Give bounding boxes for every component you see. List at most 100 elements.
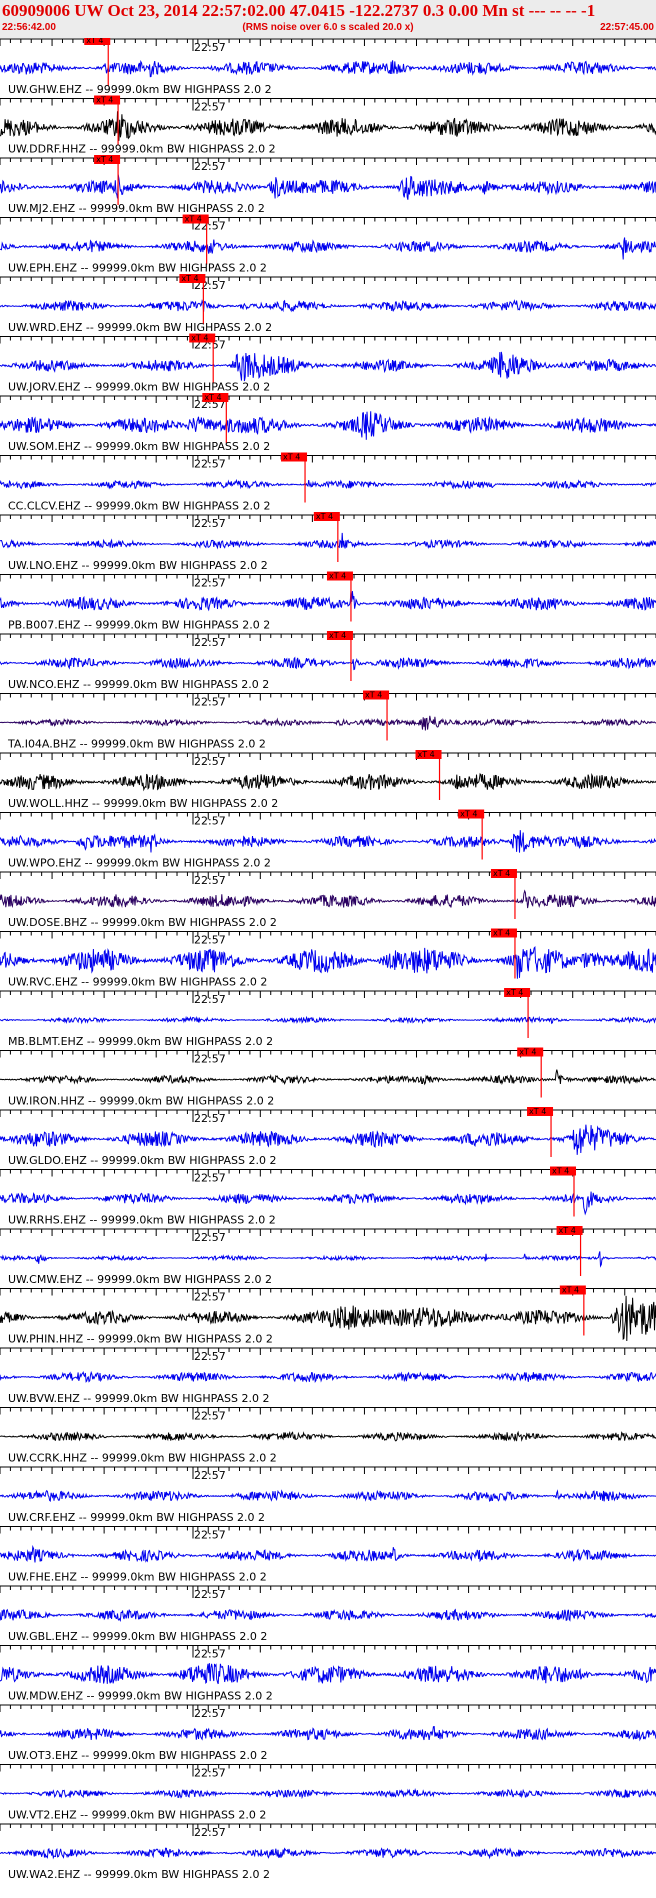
station-label: UW.GBL.EHZ -- 99999.0km BW HIGHPASS 2.0 … — [8, 1630, 267, 1643]
trace-row: 22:57 UW.WA2.EHZ -- 99999.0km BW HIGHPASS… — [0, 1823, 656, 1881]
minute-label: 22:57 — [194, 41, 226, 54]
station-label: UW.RVC.EHZ -- 99999.0km BW HIGHPASS 2.0 … — [8, 976, 267, 989]
minute-label: 22:57 — [194, 1529, 226, 1542]
pick-label: xT 4 — [529, 1107, 546, 1116]
station-label: UW.BVW.EHZ -- 99999.0km BW HIGHPASS 2.0 … — [8, 1392, 270, 1405]
waveform — [0, 237, 656, 260]
trace-row: 22:57 UW.CRF.EHZ -- 99999.0km BW HIGHPASS… — [0, 1466, 656, 1524]
waveform — [0, 889, 656, 909]
station-label: UW.MDW.EHZ -- 99999.0km BW HIGHPASS 2.0 … — [8, 1690, 273, 1703]
minute-label: 22:57 — [194, 577, 226, 590]
minute-label: 22:57 — [194, 755, 226, 768]
header-bar: 60909006 UW Oct 23, 2014 22:57:02.00 47.… — [0, 0, 656, 38]
minute-label: 22:57 — [194, 874, 226, 887]
minute-label: 22:57 — [194, 1588, 226, 1601]
station-label: UW.GLDO.EHZ -- 99999.0km BW HIGHPASS 2.0… — [8, 1154, 277, 1167]
station-label: UW.PHIN.HHZ -- 99999.0km BW HIGHPASS 2.0… — [8, 1333, 273, 1346]
pick-label: xT 4 — [96, 155, 113, 164]
pick-label: xT 4 — [86, 38, 103, 45]
pick-label: xT 4 — [493, 869, 510, 878]
pick-label: xT 4 — [204, 393, 221, 402]
waveform — [0, 945, 656, 979]
trace-row: 22:57xT 4UW.WRD.EHZ -- 99999.0km BW HIGH… — [0, 274, 656, 334]
pick-label: xT 4 — [329, 572, 346, 581]
minute-label: 22:57 — [194, 1767, 226, 1780]
waveform — [0, 830, 656, 853]
minute-label: 22:57 — [194, 1291, 226, 1304]
station-label: UW.WRD.EHZ -- 99999.0km BW HIGHPASS 2.0 … — [8, 321, 272, 334]
waveform — [0, 1726, 656, 1742]
station-label: UW.DOSE.BHZ -- 99999.0km BW HIGHPASS 2.0… — [8, 916, 277, 929]
station-label: TA.I04A.BHZ -- 99999.0km BW HIGHPASS 2.0… — [7, 738, 266, 751]
station-label: UW.WA2.EHZ -- 99999.0km BW HIGHPASS 2.0 … — [8, 1868, 270, 1881]
waveform — [0, 174, 656, 200]
minute-label: 22:57 — [194, 1648, 226, 1661]
minute-label: 22:57 — [194, 101, 226, 114]
minute-label: 22:57 — [194, 160, 226, 173]
station-label: UW.MJ2.EHZ -- 99999.0km BW HIGHPASS 2.0 … — [8, 202, 265, 215]
waveform — [0, 59, 656, 78]
minute-label: 22:57 — [194, 1469, 226, 1482]
trace-row: 22:57 xT 4 UW.RRHS.EHZ -- 99999.0km BW HIG… — [0, 1166, 656, 1227]
pick-label: xT 4 — [559, 1226, 576, 1235]
event-title: 60909006 UW Oct 23, 2014 22:57:02.00 47.… — [2, 1, 596, 20]
pick-label: xT 4 — [185, 215, 202, 224]
trace-row: 22:57 xT 4 UW.CMW.EHZ -- 99999.0km BW HIGH… — [0, 1226, 656, 1286]
trace-row: 22:57 xT 4 UW.WOLL.HHZ -- 99999.0km BW HIG… — [0, 750, 656, 810]
waveform — [0, 111, 656, 141]
trace-row: 22:57 UW.OT3.EHZ -- 99999.0km BW HIGHPASS… — [0, 1704, 656, 1762]
station-label: UW.WPO.EHZ -- 99999.0km BW HIGHPASS 2.0 … — [8, 857, 271, 870]
minute-label: 22:57 — [194, 1350, 226, 1363]
waveform — [0, 1191, 656, 1216]
waveform — [0, 1544, 656, 1563]
waveform — [0, 590, 656, 612]
pick-label: xT 4 — [506, 988, 523, 997]
station-label: CC.CLCV.EHZ -- 99999.0km BW HIGHPASS 2.0… — [8, 500, 270, 513]
station-label: UW.EPH.EHZ -- 99999.0km BW HIGHPASS 2.0 … — [8, 262, 267, 275]
station-label: UW.CMW.EHZ -- 99999.0km BW HIGHPASS 2.0 … — [8, 1273, 272, 1286]
trace-row: 22:57 UW.MDW.EHZ -- 99999.0km BW HIGHPASS… — [0, 1645, 656, 1703]
waveform — [0, 656, 656, 671]
waveform — [0, 299, 656, 313]
minute-label: 22:57 — [194, 1826, 226, 1839]
trace-row: 22:57 xT 4 PB.B007.EHZ -- 99999.0km BW HIG… — [0, 571, 656, 632]
waveform — [0, 1370, 656, 1383]
trace-row: 22:57 xT 4 UW.IRON.HHZ -- 99999.0km BW HIG… — [0, 1047, 656, 1108]
trace-row: 22:57 xT 4 TA.I04A.BHZ -- 99999.0km BW HIG… — [0, 690, 656, 751]
pick-label: xT 4 — [96, 96, 113, 105]
waveform — [0, 1430, 656, 1442]
minute-label: 22:57 — [194, 1231, 226, 1244]
station-label: UW.JORV.EHZ -- 99999.0km BW HIGHPASS 2.0… — [8, 381, 270, 394]
waveform — [0, 411, 656, 440]
trace-row: 22:57xT 4UW.SOM.EHZ -- 99999.0km BW HIGH… — [0, 393, 656, 453]
minute-label: 22:57 — [194, 1053, 226, 1066]
trace-row: 22:57 xT 4 UW.GLDO.EHZ -- 99999.0km BW HIG… — [0, 1107, 656, 1167]
waveform — [0, 478, 656, 490]
end-time: 22:57:45.00 — [600, 22, 654, 33]
trace-row: 22:57 UW.VT2.EHZ -- 99999.0km BW HIGHPASS… — [0, 1764, 656, 1822]
waveform — [0, 1124, 656, 1155]
station-label: UW.RRHS.EHZ -- 99999.0km BW HIGHPASS 2.0… — [8, 1214, 276, 1227]
trace-row: 22:57 xT 4 UW.NCO.EHZ -- 99999.0km BW HIGH… — [0, 631, 656, 691]
waveform — [0, 1846, 656, 1860]
minute-label: 22:57 — [194, 636, 226, 649]
minute-label: 22:57 — [194, 696, 226, 709]
station-label: UW.WOLL.HHZ -- 99999.0km BW HIGHPASS 2.0… — [8, 797, 278, 810]
station-label: UW.OT3.EHZ -- 99999.0km BW HIGHPASS 2.0 … — [8, 1749, 268, 1762]
minute-label: 22:57 — [194, 1707, 226, 1720]
station-label: UW.VT2.EHZ -- 99999.0km BW HIGHPASS 2.0 … — [8, 1809, 266, 1822]
trace-row: 22:57 UW.CCRK.HHZ -- 99999.0km BW HIGHPAS… — [0, 1407, 656, 1465]
trace-row: 22:57 xT 4 UW.DDRF.HHZ -- 99999.0km BW HIG… — [0, 95, 656, 156]
station-label: UW.CCRK.HHZ -- 99999.0km BW HIGHPASS 2.0… — [8, 1452, 277, 1465]
trace-row: 22:57 UW.FHE.EHZ -- 99999.0km BW HIGHPASS… — [0, 1526, 656, 1584]
station-label: UW.LNO.EHZ -- 99999.0km BW HIGHPASS 2.0 … — [8, 559, 268, 572]
pick-label: xT 4 — [316, 512, 333, 521]
waveform — [0, 1788, 656, 1800]
pick-label: xT 4 — [365, 691, 382, 700]
minute-label: 22:57 — [194, 934, 226, 947]
trace-row: 22:57 xT 4 UW.GHW.EHZ -- 99999.0km BW HIGH… — [0, 38, 656, 96]
waveform — [0, 1663, 656, 1685]
minute-label: 22:57 — [194, 1112, 226, 1125]
station-label: UW.SOM.EHZ -- 99999.0km BW HIGHPASS 2.0 … — [8, 440, 270, 453]
pick-label: xT 4 — [519, 1048, 536, 1057]
